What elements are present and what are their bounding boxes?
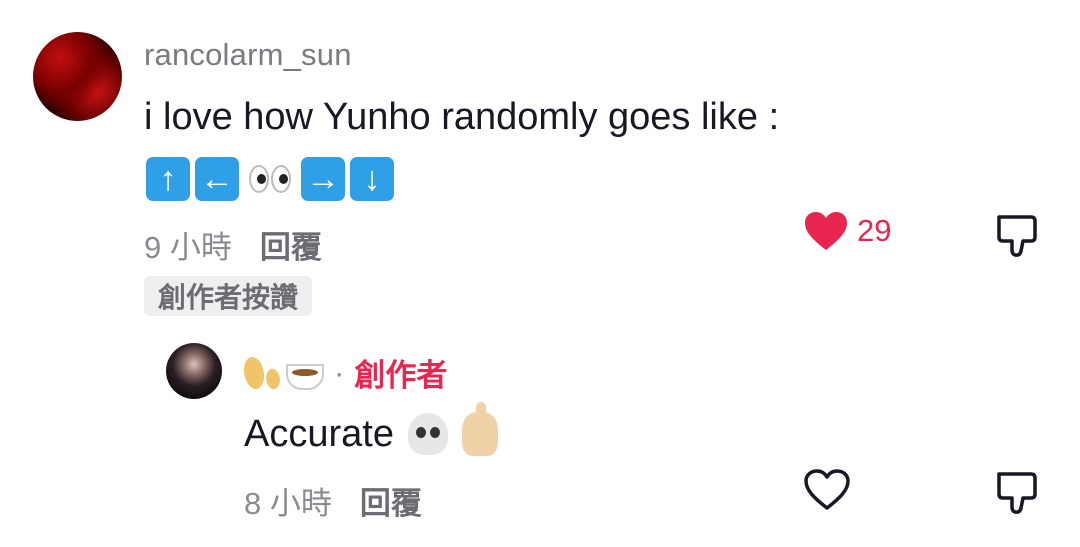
up-arrow-icon: ↑	[146, 157, 190, 201]
thumbs-down-icon	[997, 472, 1037, 514]
comment-text: i love how Yunho randomly goes like :	[144, 96, 780, 138]
commenter-username[interactable]: rancolarm_sun	[144, 37, 352, 73]
heart-outline-icon	[804, 469, 850, 510]
reply-like-button[interactable]	[803, 468, 851, 517]
thumbs-down-icon	[997, 215, 1037, 257]
comment-time: 9 小時	[144, 230, 232, 265]
comment-like-button[interactable]: 29	[803, 210, 891, 252]
right-arrow-icon: →	[301, 157, 345, 201]
creator-name[interactable]: · 創作者	[239, 350, 448, 395]
heart-filled-icon	[805, 212, 847, 250]
like-count: 29	[857, 213, 892, 248]
coffee-icon	[286, 363, 324, 390]
skull-icon	[407, 413, 448, 455]
creator-avatar[interactable]	[166, 343, 222, 399]
dislike-button[interactable]	[995, 213, 1039, 264]
comment-emoji-row: ↑ ← → ↓	[146, 157, 394, 201]
reply-button[interactable]: 回覆	[260, 222, 322, 267]
reply-meta: 8 小時 回覆	[244, 478, 422, 523]
left-arrow-icon: ←	[195, 157, 239, 201]
reply-text: Accurate	[244, 412, 394, 455]
creator-tag: 創作者	[354, 358, 448, 393]
name-separator: ·	[334, 354, 345, 390]
reply-time: 8 小時	[244, 486, 332, 521]
down-arrow-icon: ↓	[350, 157, 394, 201]
pointing-up-icon	[461, 402, 498, 456]
reply-dislike-button[interactable]	[995, 470, 1039, 521]
leaves-icon	[239, 354, 283, 391]
reply-text-row: Accurate	[244, 402, 498, 456]
creator-liked-badge: 創作者按讚	[144, 276, 313, 316]
reply-reply-button[interactable]: 回覆	[360, 478, 422, 523]
eyes-icon	[244, 157, 296, 201]
commenter-avatar[interactable]	[33, 32, 122, 121]
comment-meta: 9 小時 回覆	[144, 222, 322, 267]
